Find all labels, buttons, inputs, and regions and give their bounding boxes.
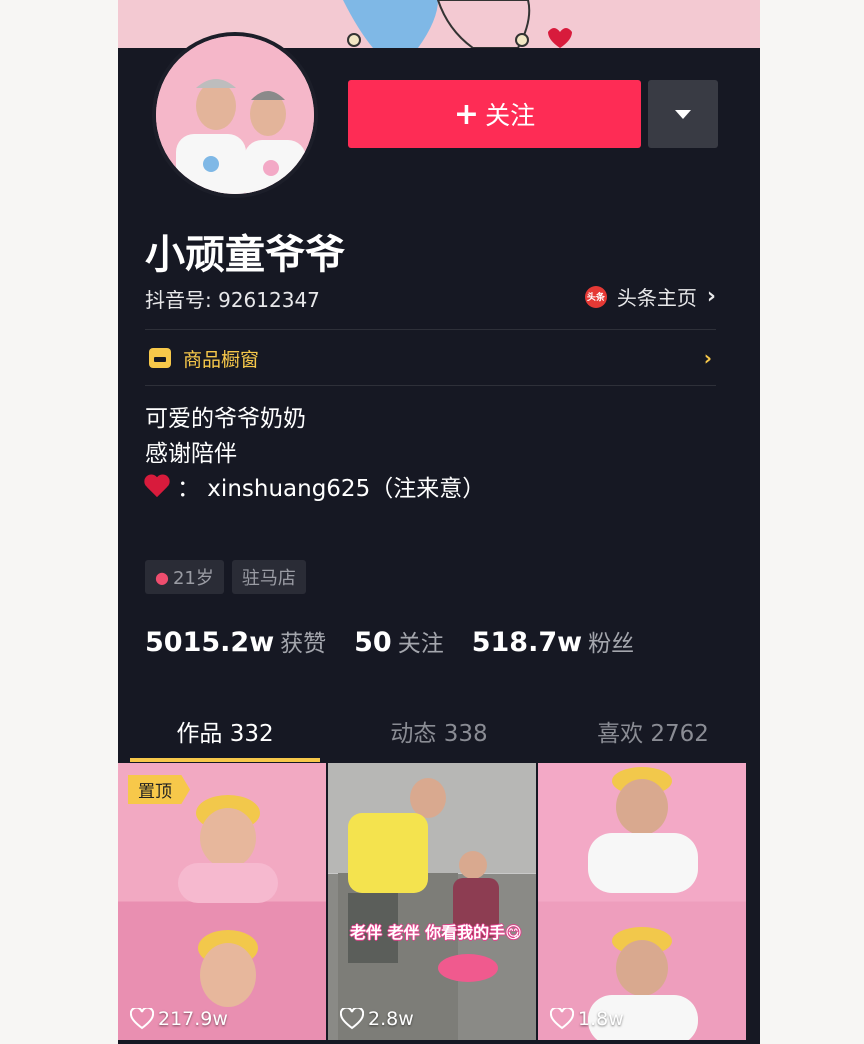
douyin-id: 抖音号: 92612347 <box>145 288 320 312</box>
more-options-button[interactable] <box>648 80 718 148</box>
bio-line: 可爱的爷爷奶奶 <box>145 406 306 432</box>
age-label: 21岁 <box>172 568 214 589</box>
heart-outline-icon <box>550 1008 574 1030</box>
profile-bio: 可爱的爷爷奶奶 感谢陪伴 ： xinshuang625（注来意） <box>145 402 485 507</box>
shop-window-link[interactable]: 商品橱窗 › <box>145 331 716 385</box>
profile-tabs: 作品 332 动态 338 喜欢 2762 <box>118 700 760 762</box>
profile-nickname: 小顽童爷爷 <box>145 232 345 278</box>
female-icon: ● <box>155 567 169 587</box>
video-likes: 217.9w <box>130 1008 228 1030</box>
following-label[interactable]: 关注 <box>398 624 444 658</box>
video-thumbnail-image <box>588 767 698 1040</box>
location-label: 驻马店 <box>241 568 296 589</box>
caret-down-icon <box>675 109 691 119</box>
chevron-right-icon: › <box>706 284 716 309</box>
video-likes: 2.8w <box>340 1008 414 1030</box>
video-thumbnail[interactable]: 1.8w <box>538 763 746 1040</box>
bio-line: 感谢陪伴 <box>145 441 237 467</box>
chevron-right-icon: › <box>703 346 712 370</box>
video-thumbnail[interactable]: 置顶 217.9w <box>118 763 326 1040</box>
video-likes-count: 217.9w <box>158 1008 228 1030</box>
hearts-icon <box>145 475 173 499</box>
toutiao-logo-icon: 头条 <box>584 285 607 308</box>
divider <box>145 329 716 330</box>
bio-contact: ： xinshuang625（注来意） <box>177 476 486 502</box>
tab-activity[interactable]: 动态 338 <box>332 700 546 762</box>
toutiao-homepage-link[interactable]: 头条 头条主页 › <box>584 282 716 311</box>
shop-icon <box>149 348 171 368</box>
heart-outline-icon <box>340 1008 364 1030</box>
likes-count: 5015.2w <box>145 627 275 658</box>
video-thumbnail-image <box>328 763 536 1040</box>
avatar[interactable] <box>152 32 318 198</box>
plus-icon: + <box>453 96 480 132</box>
video-likes-count: 2.8w <box>368 1008 414 1030</box>
video-thumbnail[interactable]: 老伴 老伴 你看我的手😋 2.8w <box>328 763 536 1040</box>
fans-label[interactable]: 粉丝 <box>588 624 634 658</box>
shop-label: 商品橱窗 <box>183 348 260 371</box>
fans-count[interactable]: 518.7w <box>472 627 582 658</box>
video-caption: 老伴 老伴 你看我的手😋 <box>350 923 522 942</box>
heart-outline-icon <box>130 1008 154 1030</box>
tab-likes[interactable]: 喜欢 2762 <box>546 700 760 762</box>
follow-button[interactable]: + 关注 <box>348 80 641 148</box>
follow-label: 关注 <box>485 101 536 130</box>
profile-screen: + 关注 小顽童爷爷 抖音号: 92612347 头条 头条主页 › 商品橱窗 … <box>118 0 760 1044</box>
pinned-badge: 置顶 <box>128 775 190 804</box>
tab-works[interactable]: 作品 332 <box>118 700 332 762</box>
video-likes: 1.8w <box>550 1008 624 1030</box>
divider <box>145 385 716 386</box>
likes-label: 获赞 <box>280 631 327 657</box>
avatar-image <box>156 36 314 194</box>
profile-stats: 5015.2w 获赞 50 关注 518.7w 粉丝 <box>145 624 662 658</box>
video-grid: 置顶 217.9w 老伴 老伴 你看我的手😋 2.8w 1.8w <box>118 763 760 1040</box>
video-likes-count: 1.8w <box>578 1008 624 1030</box>
profile-tags: ● 21岁 驻马店 <box>145 560 306 594</box>
following-count[interactable]: 50 <box>354 627 392 658</box>
video-thumbnail-image <box>178 795 278 1007</box>
location-tag: 驻马店 <box>231 560 306 594</box>
age-tag: ● 21岁 <box>145 560 224 594</box>
bio-line-contact: ： xinshuang625（注来意） <box>145 472 485 507</box>
toutiao-label: 头条主页 <box>616 286 697 310</box>
